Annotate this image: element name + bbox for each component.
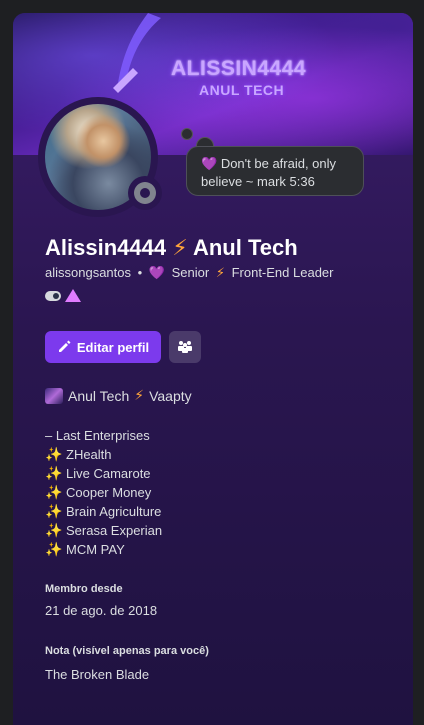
members-icon [178, 341, 192, 353]
bio-list: – Last Enterprises ✨ ZHealth ✨ Live Camaro… [45, 426, 162, 559]
sparkles-icon: ✨ [45, 522, 63, 538]
profile-card: ALISSIN4444 ANUL TECH 💜 Don't be afraid,… [13, 13, 413, 725]
display-name-row: Alissin4444 ⚡ Anul Tech [45, 235, 298, 261]
note-value[interactable]: The Broken Blade [45, 667, 149, 682]
status-indicator [128, 176, 162, 210]
list-item: ✨ Cooper Money [45, 484, 152, 500]
edit-profile-label: Editar perfil [76, 339, 150, 355]
sparkles-icon: ✨ [45, 503, 63, 519]
sparkles-icon: ✨ [45, 484, 63, 500]
hypesquad-badge-icon[interactable] [65, 289, 81, 302]
lightning-bolt-icon: ⚡ [134, 387, 145, 403]
display-name: Alissin4444 [45, 235, 167, 260]
thought-dot-small [181, 128, 193, 140]
galaxy-emoji-icon [45, 387, 63, 404]
bio-subheading: – Last Enterprises [45, 428, 150, 443]
username[interactable]: alissongsantos [45, 265, 131, 280]
idle-status-icon [134, 182, 156, 204]
blade-illustration [113, 13, 161, 93]
bio-heading: Anul Tech ⚡ Vaapty [45, 387, 192, 404]
title-label: Front-End Leader [231, 265, 334, 280]
badge-list [45, 289, 81, 302]
role-label: Senior [171, 265, 210, 280]
bio-partner: Vaapty [149, 387, 192, 404]
list-item: ✨ Serasa Experian [45, 522, 163, 538]
pencil-icon [58, 340, 71, 352]
purple-heart-icon: 💜 [201, 156, 218, 171]
sparkles-icon: ✨ [45, 446, 63, 462]
list-item: ✨ Brain Agriculture [45, 503, 162, 519]
purple-heart-icon: 💜 [148, 265, 165, 280]
display-name-suffix: Anul Tech [192, 235, 298, 260]
bullet-separator: • [137, 265, 143, 280]
lightning-bolt-icon: ⚡ [215, 265, 225, 280]
note-label: Nota (visível apenas para você) [45, 645, 209, 657]
list-item: ✨ ZHealth [45, 446, 112, 462]
member-since-value: 21 de ago. de 2018 [45, 603, 158, 618]
banner-subtitle: ANUL TECH [199, 82, 285, 98]
banner-title: ALISSIN4444 [171, 57, 307, 80]
lightning-bolt-icon: ⚡ [172, 235, 193, 260]
bio-company: Anul Tech [68, 387, 130, 404]
profile-meta: alissongsantos • 💜 Senior ⚡ Front-End Le… [45, 265, 337, 281]
nitro-badge-icon[interactable] [45, 290, 61, 301]
custom-status-bubble[interactable]: 💜 Don't be afraid, only believe ~ mark 5… [186, 146, 364, 196]
list-item: ✨ Live Camarote [45, 465, 151, 481]
edit-profile-button[interactable]: Editar perfil [45, 331, 161, 363]
custom-status-text: Don't be afraid, only believe ~ mark 5:3… [201, 156, 337, 189]
members-button[interactable] [169, 331, 201, 363]
sparkles-icon: ✨ [45, 541, 63, 557]
sparkles-icon: ✨ [45, 465, 63, 481]
list-item: ✨ MCM PAY [45, 541, 125, 557]
member-since-label: Membro desde [45, 583, 123, 595]
